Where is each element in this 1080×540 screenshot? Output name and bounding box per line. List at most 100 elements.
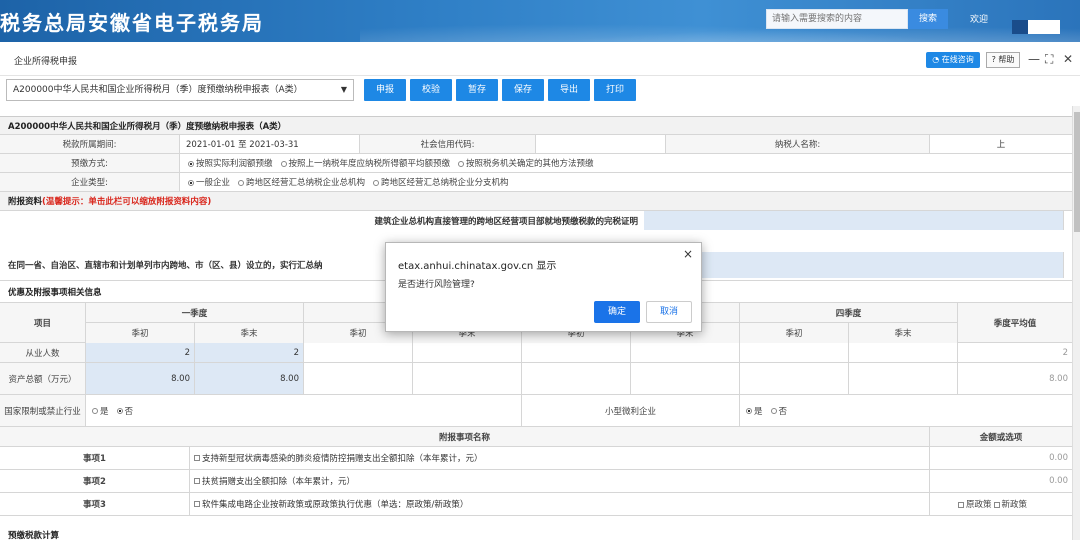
small-yes-option[interactable]: 是 — [746, 405, 763, 417]
policy-options: 原政策 新政策 — [930, 493, 1072, 515]
restricted-no-label: 否 — [124, 406, 134, 417]
dialog-ok-button[interactable]: 确定 — [594, 301, 640, 323]
small-options: 是 否 — [740, 395, 1072, 426]
employees-q2-end — [413, 343, 522, 362]
policy-old-label: 原政策 — [966, 500, 992, 510]
print-button[interactable]: 打印 — [594, 79, 636, 101]
assets-q4-start — [740, 363, 849, 394]
scrollbar-thumb[interactable] — [1074, 112, 1080, 232]
user-info[interactable] — [1012, 20, 1060, 34]
form-title-row: A200000中华人民共和国企业所得税月（季）度预缴纳税申报表（A类） — [0, 117, 1072, 135]
enterprise-type-option-2[interactable]: 跨地区经营汇总纳税企业分支机构 — [373, 176, 509, 188]
table-select[interactable]: A200000中华人民共和国企业所得税月（季）度预缴纳税申报表（A类） ▼ — [6, 79, 354, 101]
prepay-option-1[interactable]: 按照上一纳税年度应纳税所得额平均额预缴 — [280, 157, 451, 169]
enterprise-type-option-0[interactable]: 一般企业 — [188, 176, 230, 188]
caret-down-icon: ▼ — [340, 85, 347, 94]
maximize-icon[interactable]: ⛶ — [1045, 52, 1053, 66]
assets-q2-end — [413, 363, 522, 394]
checkbox-icon — [958, 501, 964, 508]
q4-header: 四季度 — [740, 303, 958, 323]
user-avatar — [1012, 20, 1028, 34]
item-header: 项目 — [0, 303, 86, 342]
employees-q3-start — [522, 343, 631, 362]
assets-q1-start[interactable]: 8.00 — [86, 363, 195, 394]
policy-new-option[interactable]: 新政策 — [993, 498, 1027, 510]
prepay-option-label: 按照上一纳税年度应纳税所得额平均额预缴 — [288, 159, 451, 169]
attached-item-option[interactable]: 支持新型冠状病毒感染的肺炎疫情防控捐赠支出全额扣除（本年累计，元） — [190, 447, 930, 469]
save-button[interactable]: 保存 — [502, 79, 544, 101]
search-button[interactable]: 搜索 — [908, 9, 948, 29]
radio-checked-icon — [188, 179, 194, 186]
next-section-row: 预缴税款计算 — [0, 516, 1072, 540]
validate-button[interactable]: 校验 — [410, 79, 452, 101]
assets-label: 资产总额（万元） — [0, 363, 86, 394]
restricted-no-option[interactable]: 否 — [116, 405, 134, 417]
close-icon[interactable]: × — [683, 247, 693, 261]
attached-item-option[interactable]: 扶贫捐赠支出全额扣除（本年累计，元） — [190, 470, 930, 492]
attach-tip: (温馨提示：单击此栏可以缩放附报资料内容) — [42, 197, 212, 207]
employees-avg: 2 — [1062, 347, 1068, 358]
taxpayer-name-value: 上 — [996, 140, 1006, 150]
restricted-label: 国家限制或禁止行业 — [0, 395, 86, 426]
help-label: 帮助 — [998, 55, 1015, 64]
q1-header: 一季度 — [86, 303, 304, 323]
vertical-scrollbar[interactable] — [1072, 106, 1080, 540]
attach-header-row[interactable]: 附报资料 (温馨提示：单击此栏可以缩放附报资料内容) — [0, 192, 1072, 211]
minimize-icon[interactable]: — — [1028, 52, 1040, 66]
table-select-value: A200000中华人民共和国企业所得税月（季）度预缴纳税申报表（A类） — [13, 85, 303, 95]
policy-old-option[interactable]: 原政策 — [958, 498, 992, 510]
assets-avg: 8.00 — [1049, 373, 1068, 384]
enterprise-type-option-1[interactable]: 跨地区经营汇总纳税企业总机构 — [238, 176, 365, 188]
radio-checked-icon — [746, 408, 752, 414]
declare-button[interactable]: 申报 — [364, 79, 406, 101]
attach-row-2-input[interactable] — [644, 252, 1064, 278]
close-icon[interactable]: ✕ — [1063, 52, 1073, 66]
prepay-options: 按照实际利润额预缴 按照上一纳税年度应纳税所得额平均额预缴 按照税务机关确定的其… — [180, 154, 1072, 172]
radio-icon — [238, 179, 245, 186]
prepay-option-0[interactable]: 按照实际利润额预缴 — [188, 157, 273, 169]
restricted-yes-option[interactable]: 是 — [92, 405, 109, 417]
online-consult-button[interactable]: ◔ 在线咨询 — [926, 52, 980, 68]
checkbox-icon — [194, 455, 200, 461]
prepay-option-2[interactable]: 按照税务机关确定的其他方法预缴 — [458, 157, 594, 169]
attached-item-text: 软件集成电路企业按新政策或原政策执行优惠（单选：原政策/新政策） — [202, 500, 469, 510]
attached-item-row: 事项2 扶贫捐赠支出全额扣除（本年累计，元） 0.00 — [0, 470, 1072, 493]
small-no-option[interactable]: 否 — [770, 405, 787, 417]
radio-icon — [280, 160, 287, 167]
assets-q3-end — [631, 363, 740, 394]
attach-header[interactable]: 附报资料 (温馨提示：单击此栏可以缩放附报资料内容) — [0, 192, 1072, 210]
employees-q1-end[interactable]: 2 — [195, 343, 304, 362]
credit-code-value — [536, 135, 666, 153]
confirm-dialog: × etax.anhui.chinatax.gov.cn 显示 是否进行风险管理… — [385, 242, 702, 332]
attach-row-1-input[interactable] — [644, 211, 1064, 230]
small-yes-label: 是 — [754, 406, 763, 417]
search-input[interactable] — [766, 9, 908, 29]
assets-q1-end[interactable]: 8.00 — [195, 363, 304, 394]
employees-q1-start[interactable]: 2 — [86, 343, 195, 362]
online-consult-label: 在线咨询 — [941, 55, 974, 64]
prepay-option-label: 按照实际利润额预缴 — [196, 159, 273, 169]
attached-item-label: 事项3 — [0, 493, 190, 515]
period-value: 2021-01-01 至 2021-03-31 — [180, 135, 360, 153]
temp-save-button[interactable]: 暂存 — [456, 79, 498, 101]
attached-items-name-header: 附报事项名称 — [0, 427, 930, 446]
enterprise-type-label: 企业类型: — [0, 173, 180, 191]
q4-start-header: 季初 — [740, 323, 849, 343]
attached-item-text: 支持新型冠状病毒感染的肺炎疫情防控捐赠支出全额扣除（本年累计，元） — [202, 454, 483, 464]
next-section-title: 预缴税款计算 — [0, 516, 1072, 540]
export-button[interactable]: 导出 — [548, 79, 590, 101]
help-button[interactable]: ? 帮助 — [986, 52, 1020, 68]
q4-end-header: 季末 — [849, 323, 958, 343]
employees-q4-end — [849, 343, 958, 362]
dialog-cancel-button[interactable]: 取消 — [646, 301, 692, 323]
prepay-option-label: 按照税务机关确定的其他方法预缴 — [466, 159, 594, 169]
dialog-title: etax.anhui.chinatax.gov.cn 显示 — [398, 261, 557, 272]
enterprise-type-options: 一般企业 跨地区经营汇总纳税企业总机构 跨地区经营汇总纳税企业分支机构 — [180, 173, 1072, 191]
checkbox-icon — [993, 501, 1000, 508]
radio-checked-icon — [116, 408, 123, 414]
prepay-label: 预缴方式: — [0, 154, 180, 172]
site-title: 税务总局安徽省电子税务局 — [0, 11, 264, 35]
attached-item-option[interactable]: 软件集成电路企业按新政策或原政策执行优惠（单选：原政策/新政策） — [190, 493, 930, 515]
avg-header: 季度平均值 — [958, 303, 1072, 342]
toolbar: A200000中华人民共和国企业所得税月（季）度预缴纳税申报表（A类） ▼ 申报… — [0, 76, 1080, 106]
